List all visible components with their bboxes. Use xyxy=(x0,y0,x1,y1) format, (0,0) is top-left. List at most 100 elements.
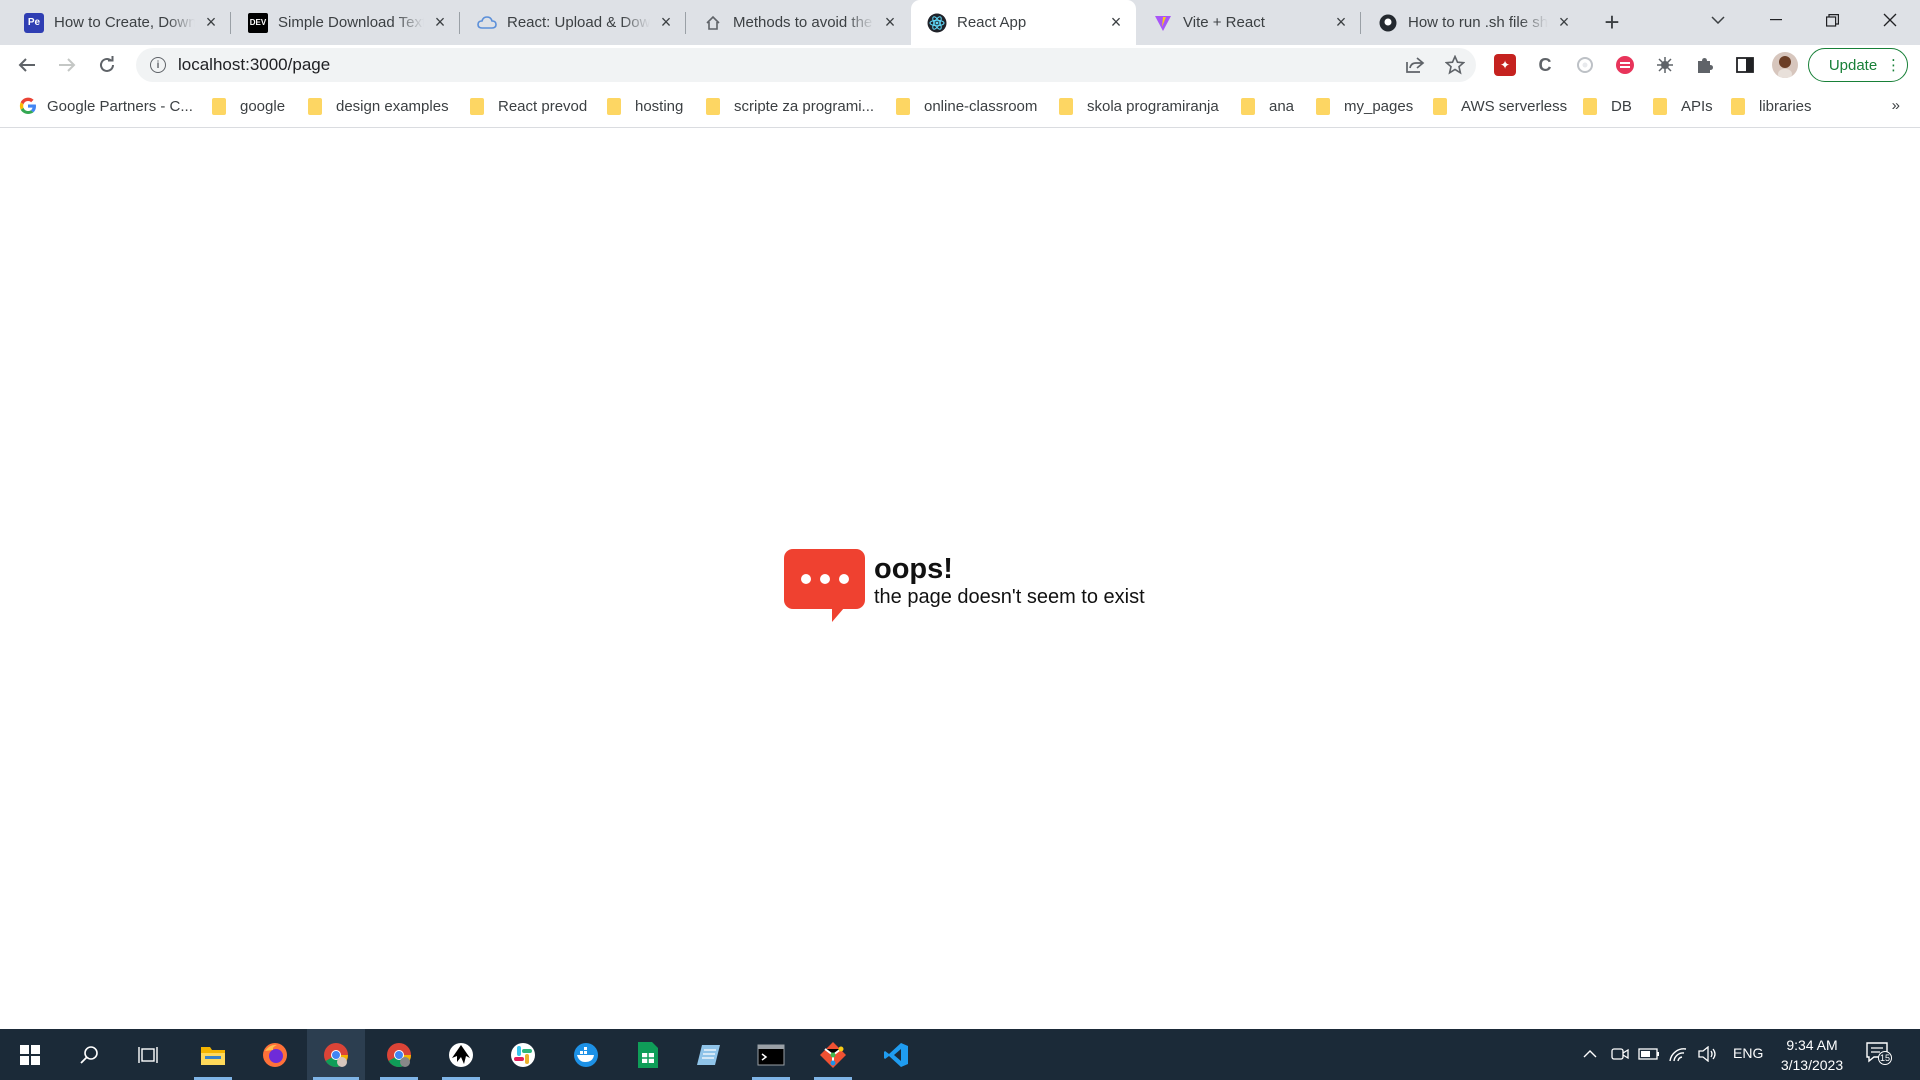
notification-center-button[interactable]: 15 xyxy=(1866,1041,1896,1067)
tab-how-to-create[interactable]: Pe How to Create, Downl × xyxy=(8,0,231,45)
taskbar-vscode[interactable] xyxy=(871,1029,921,1080)
folder-icon xyxy=(212,97,226,115)
taskbar-inkscape[interactable] xyxy=(436,1029,486,1080)
close-icon[interactable]: × xyxy=(1106,12,1126,33)
close-icon[interactable]: × xyxy=(430,12,450,33)
vscode-icon xyxy=(884,1042,908,1067)
taskbar-chrome-active[interactable] xyxy=(307,1029,365,1080)
bookmark-folder-hosting[interactable]: hosting xyxy=(607,94,683,118)
taskbar-docker[interactable] xyxy=(561,1029,611,1080)
tab-title: Vite + React xyxy=(1183,14,1265,31)
extension-red-icon[interactable]: ✦ xyxy=(1494,54,1516,76)
bookmark-label: scripte za programi... xyxy=(734,97,875,115)
taskbar-notepad[interactable] xyxy=(684,1029,734,1080)
folder-icon xyxy=(607,97,621,115)
taskbar-git[interactable] xyxy=(808,1029,858,1080)
tab-title: Methods to avoid the xyxy=(733,14,873,31)
notepad-icon xyxy=(697,1044,720,1065)
bookmark-google-partners[interactable]: Google Partners - C... xyxy=(18,94,193,118)
folder-icon xyxy=(470,97,484,115)
github-icon xyxy=(1378,13,1398,33)
chevron-up-icon[interactable] xyxy=(1579,1043,1601,1065)
bookmark-star-icon[interactable] xyxy=(1443,53,1467,77)
close-window-button[interactable] xyxy=(1862,0,1918,40)
meet-now-icon[interactable] xyxy=(1609,1043,1631,1065)
back-button[interactable] xyxy=(11,49,43,81)
docker-icon xyxy=(574,1042,598,1067)
taskbar-terminal[interactable] xyxy=(746,1029,796,1080)
taskbar-file-explorer[interactable] xyxy=(188,1029,238,1080)
tab-react-upload[interactable]: React: Upload & Dow × xyxy=(461,0,686,45)
task-view-button[interactable] xyxy=(124,1029,174,1080)
arrow-right-icon xyxy=(59,58,76,72)
language-indicator[interactable]: ENG xyxy=(1733,1045,1763,1061)
folder-icon xyxy=(1241,97,1255,115)
tab-title: React App xyxy=(957,14,1027,31)
restore-button[interactable] xyxy=(1804,0,1860,40)
battery-icon[interactable] xyxy=(1638,1043,1660,1065)
taskbar-chrome-profile[interactable] xyxy=(374,1029,424,1080)
tab-search-button[interactable] xyxy=(1690,0,1746,40)
bookmark-folder-skola-programiranja[interactable]: skola programiranja xyxy=(1059,94,1219,118)
info-icon[interactable]: i xyxy=(150,57,166,73)
side-panel-icon[interactable] xyxy=(1734,54,1756,76)
tab-simple-download[interactable]: DEV Simple Download Text × xyxy=(232,0,460,45)
bookmark-folder-apis[interactable]: APIs xyxy=(1653,94,1713,118)
tab-how-to-run-sh[interactable]: How to run .sh file sh × xyxy=(1362,0,1584,45)
volume-icon[interactable] xyxy=(1697,1043,1719,1065)
bookmarks-overflow-button[interactable]: » xyxy=(1892,97,1900,114)
close-icon[interactable]: × xyxy=(656,12,676,33)
close-icon[interactable]: × xyxy=(1554,12,1574,33)
search-button[interactable] xyxy=(64,1029,114,1080)
bookmark-folder-design-examples[interactable]: design examples xyxy=(308,94,449,118)
extension-c-icon[interactable]: C xyxy=(1534,54,1556,76)
address-bar[interactable]: i localhost:3000/page xyxy=(136,48,1476,82)
minimize-button[interactable] xyxy=(1748,0,1804,40)
tab-vite-react[interactable]: Vite + React × xyxy=(1137,0,1361,45)
bookmark-folder-online-classroom[interactable]: online-classroom xyxy=(896,94,1037,118)
bookmark-folder-react-prevod[interactable]: React prevod xyxy=(470,94,587,118)
url-text[interactable]: localhost:3000/page xyxy=(178,55,330,75)
taskbar-firefox[interactable] xyxy=(250,1029,300,1080)
clock[interactable]: 9:34 AM 3/13/2023 xyxy=(1767,1035,1857,1075)
bookmark-label: my_pages xyxy=(1344,97,1414,115)
avatar[interactable] xyxy=(1772,52,1798,78)
bookmark-label: google xyxy=(240,97,286,115)
wifi-icon[interactable] xyxy=(1667,1043,1689,1065)
forward-button[interactable] xyxy=(51,49,83,81)
git-icon xyxy=(820,1041,846,1068)
google-icon xyxy=(18,96,38,116)
extension-pink-icon[interactable] xyxy=(1614,54,1636,76)
tab-methods-to-avoid[interactable]: Methods to avoid the × xyxy=(687,0,910,45)
bookmark-folder-aws-serverless[interactable]: AWS serverless xyxy=(1433,94,1567,118)
firefox-icon xyxy=(263,1042,287,1067)
restore-icon xyxy=(1825,13,1839,27)
bookmark-folder-ana[interactable]: ana xyxy=(1241,94,1294,118)
react-icon xyxy=(927,13,947,33)
folder-icon xyxy=(1583,97,1597,115)
reload-button[interactable] xyxy=(91,49,123,81)
close-icon[interactable]: × xyxy=(201,12,221,33)
minimize-icon xyxy=(1770,19,1782,21)
taskbar-sheets[interactable] xyxy=(623,1029,673,1080)
start-button[interactable] xyxy=(5,1029,55,1080)
bookmark-folder-db[interactable]: DB xyxy=(1583,94,1632,118)
share-icon[interactable] xyxy=(1403,53,1427,77)
extension-bug-icon[interactable] xyxy=(1654,54,1676,76)
cloud-icon xyxy=(477,13,497,33)
new-tab-button[interactable]: + xyxy=(1598,7,1626,37)
taskbar-slack[interactable] xyxy=(498,1029,548,1080)
extension-circle-icon[interactable] xyxy=(1574,54,1596,76)
not-found-message: oops! the page doesn't seem to exist xyxy=(784,549,1145,622)
folder-icon xyxy=(706,97,720,115)
bookmark-folder-my-pages[interactable]: my_pages xyxy=(1316,94,1413,118)
puzzle-icon[interactable] xyxy=(1694,54,1716,76)
close-icon[interactable]: × xyxy=(880,12,900,33)
bookmark-folder-scripte[interactable]: scripte za programi... xyxy=(706,94,874,118)
close-icon[interactable]: × xyxy=(1331,12,1351,33)
bookmark-folder-google[interactable]: google xyxy=(212,94,285,118)
tab-react-app[interactable]: React App × xyxy=(911,0,1136,45)
update-button[interactable]: Update ⋮ xyxy=(1808,48,1908,82)
search-icon xyxy=(80,1045,98,1064)
bookmark-folder-libraries[interactable]: libraries xyxy=(1731,94,1812,118)
